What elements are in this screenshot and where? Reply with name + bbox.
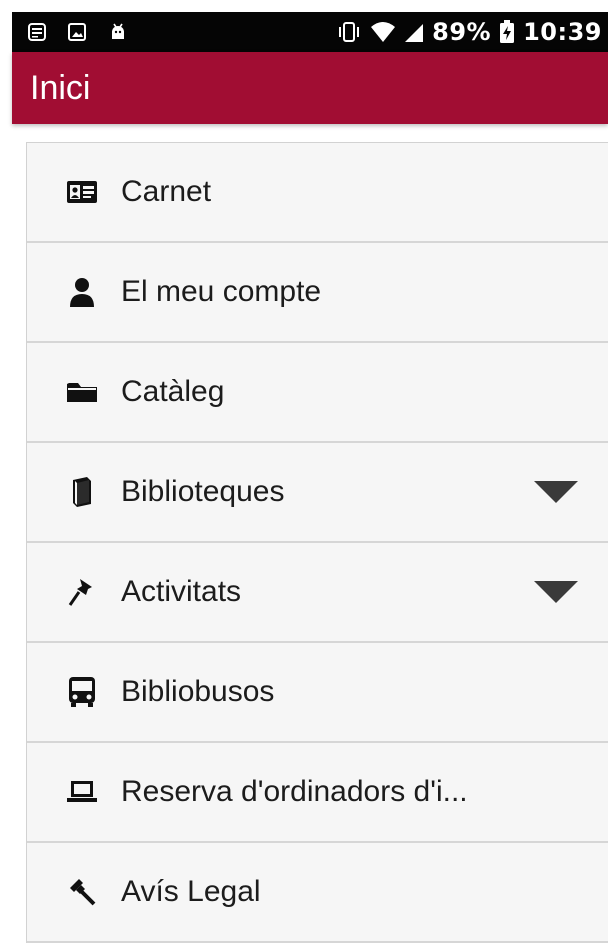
id-card-icon xyxy=(65,175,99,209)
status-bar: 89% 10:39 xyxy=(12,12,608,52)
folder-icon xyxy=(65,375,99,409)
image-icon xyxy=(68,23,86,41)
menu-item-label: El meu compte xyxy=(121,275,322,308)
menu-item-label: Activitats xyxy=(121,575,242,608)
menu-item-cataleg[interactable]: Catàleg xyxy=(27,343,608,443)
menu-item-label: Bibliobusos xyxy=(121,675,275,708)
signal-icon xyxy=(404,21,424,43)
menu-item-label: Catàleg xyxy=(121,375,225,408)
android-icon xyxy=(108,22,128,42)
app-bar: Inici xyxy=(12,52,608,124)
main-menu: Carnet El meu compte Catàleg Biblioteque… xyxy=(26,142,608,943)
notification-list-icon xyxy=(28,23,46,41)
vibrate-icon xyxy=(336,21,362,43)
book-icon xyxy=(65,475,99,509)
clock: 10:39 xyxy=(523,18,602,46)
menu-item-label: Reserva d'ordinadors d'i... xyxy=(121,775,468,808)
battery-charging-icon xyxy=(499,20,515,44)
menu-item-avis-legal[interactable]: Avís Legal xyxy=(27,843,608,943)
menu-item-el-meu-compte[interactable]: El meu compte xyxy=(27,243,608,343)
user-icon xyxy=(65,275,99,309)
menu-item-label: Carnet xyxy=(121,175,212,208)
menu-item-bibliobusos[interactable]: Bibliobusos xyxy=(27,643,608,743)
laptop-icon xyxy=(65,775,99,809)
page-title: Inici xyxy=(30,68,91,107)
menu-item-label: Biblioteques xyxy=(121,475,285,508)
menu-item-carnet[interactable]: Carnet xyxy=(27,143,608,243)
bus-icon xyxy=(65,675,99,709)
menu-item-activitats[interactable]: Activitats xyxy=(27,543,608,643)
wifi-icon xyxy=(370,21,396,43)
gavel-icon xyxy=(65,875,99,909)
chevron-down-icon[interactable] xyxy=(534,481,578,503)
battery-percentage: 89% xyxy=(432,18,492,46)
chevron-down-icon[interactable] xyxy=(534,581,578,603)
menu-item-label: Avís Legal xyxy=(121,875,261,908)
menu-item-biblioteques[interactable]: Biblioteques xyxy=(27,443,608,543)
pushpin-icon xyxy=(65,575,99,609)
menu-item-reserva-ordinadors[interactable]: Reserva d'ordinadors d'i... xyxy=(27,743,608,843)
